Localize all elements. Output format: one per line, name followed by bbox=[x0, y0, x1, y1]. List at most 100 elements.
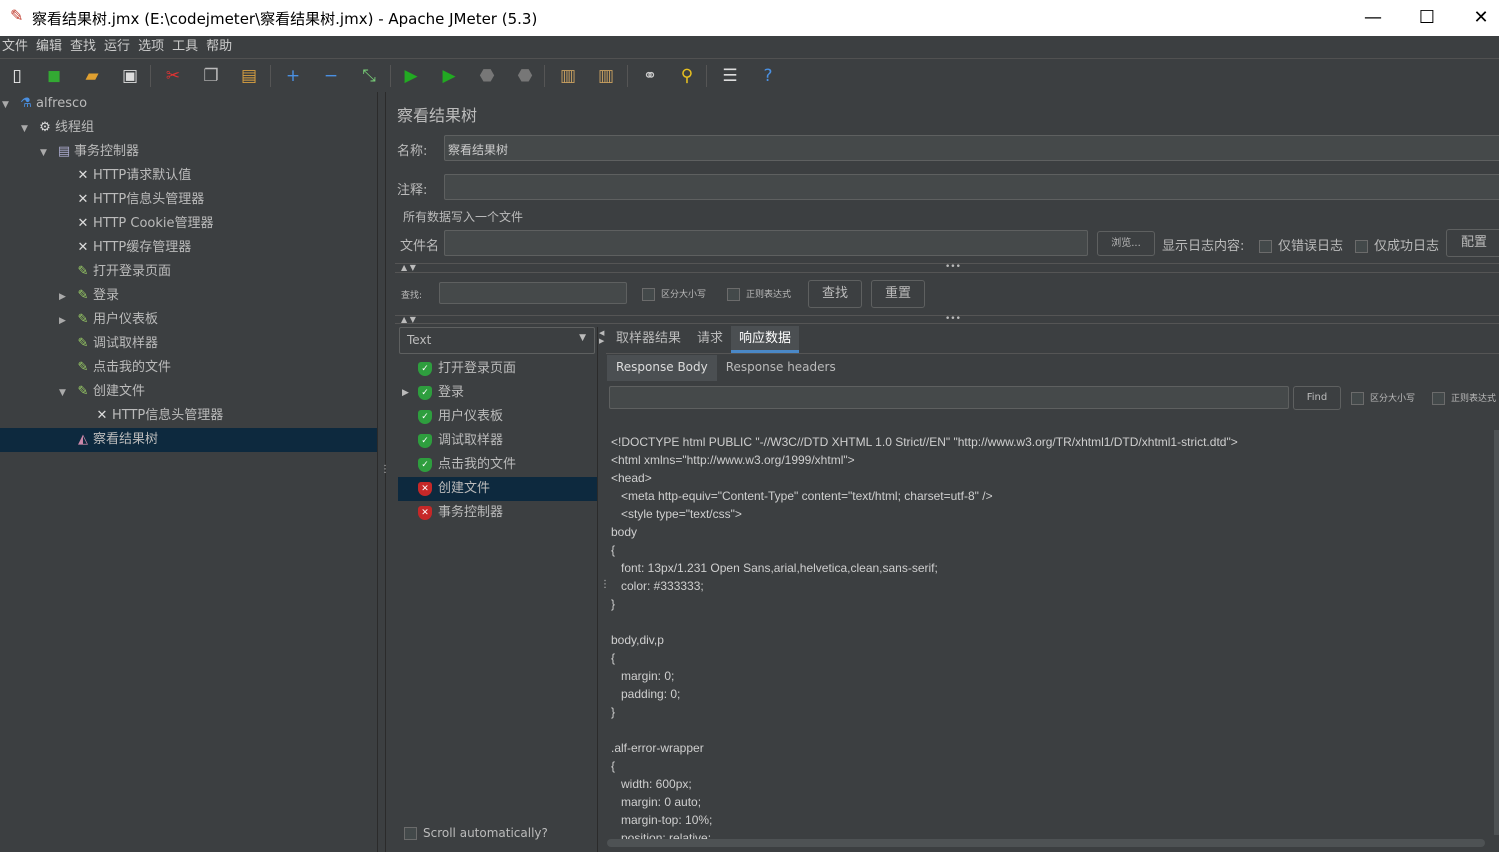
expand-arrow-icon[interactable]: ▼ bbox=[2, 93, 16, 117]
expand-icon[interactable]: + bbox=[282, 65, 304, 87]
errors-only-checkbox[interactable]: 仅错误日志 bbox=[1259, 235, 1343, 254]
toolbar-separator bbox=[544, 65, 545, 87]
test-plan-tree: ▼ ⚗ alfresco ▼ ⚙ 线程组 ▼ ▤ 事务控制器 ✕ HTTP请求默认值 ✕ HTTP信息头… bbox=[0, 92, 377, 852]
tree-node[interactable]: ✕ HTTP缓存管理器 bbox=[0, 236, 377, 260]
open-icon[interactable]: ▰ bbox=[81, 65, 103, 87]
cut-icon[interactable]: ✂ bbox=[162, 65, 184, 87]
tree-node[interactable]: ▶ ✎ 登录 bbox=[0, 284, 377, 308]
shutdown-icon[interactable]: ⬣ bbox=[514, 65, 536, 87]
result-item[interactable]: ▶ ✓ 登录 bbox=[398, 381, 597, 405]
toggle-icon[interactable]: ⤡ bbox=[358, 65, 380, 87]
tree-node[interactable]: ✕ HTTP信息头管理器 bbox=[0, 188, 377, 212]
configure-button[interactable]: 配置 bbox=[1446, 229, 1499, 257]
stop-icon[interactable]: ⬣ bbox=[476, 65, 498, 87]
success-shield-icon: ✓ bbox=[418, 433, 432, 448]
minimize-button[interactable]: — bbox=[1350, 4, 1396, 32]
regex-checkbox[interactable]: 正则表达式 bbox=[727, 287, 791, 301]
body-find-button[interactable]: Find bbox=[1293, 386, 1341, 410]
clear-icon[interactable]: ▥ bbox=[557, 65, 579, 87]
maximize-button[interactable]: ☐ bbox=[1404, 4, 1450, 32]
copy-icon[interactable]: ❐ bbox=[200, 65, 222, 87]
reset-search-icon[interactable]: ⚲ bbox=[676, 65, 698, 87]
tree-node[interactable]: ◭ 察看结果树 bbox=[0, 428, 377, 452]
start-no-pause-icon[interactable]: ▶ bbox=[438, 65, 460, 87]
tree-node[interactable]: ✕ HTTP请求默认值 bbox=[0, 164, 377, 188]
find-button[interactable]: 查找 bbox=[808, 280, 862, 308]
name-input[interactable]: 察看结果树 bbox=[444, 135, 1499, 161]
tree-node-label: 打开登录页面 bbox=[93, 264, 172, 279]
body-find-input[interactable] bbox=[609, 386, 1289, 409]
browse-button[interactable]: 浏览... bbox=[1097, 231, 1155, 256]
collapse-arrows[interactable]: ▲ ▼ bbox=[401, 263, 416, 272]
close-button[interactable]: ✕ bbox=[1458, 4, 1499, 32]
tab-1[interactable]: 请求 bbox=[689, 326, 731, 353]
vertical-scrollbar[interactable] bbox=[1494, 430, 1499, 835]
result-item[interactable]: ✓ 点击我的文件 bbox=[398, 453, 597, 477]
menu-1[interactable]: 编辑 bbox=[36, 36, 62, 58]
tab-2[interactable]: 响应数据 bbox=[731, 326, 800, 353]
tree-node[interactable]: ▼ ⚙ 线程组 bbox=[0, 116, 377, 140]
code-line: width: 600px; bbox=[611, 777, 692, 791]
expand-arrow-icon[interactable]: ▶ bbox=[59, 285, 73, 309]
results-divider[interactable]: ⋮ ◀ ▶ bbox=[597, 327, 610, 852]
search-icon[interactable]: ⚭ bbox=[639, 65, 661, 87]
body-case-checkbox[interactable]: 区分大小写 bbox=[1351, 391, 1415, 405]
success-only-checkbox[interactable]: 仅成功日志 bbox=[1355, 235, 1439, 254]
horizontal-scrollbar[interactable] bbox=[607, 839, 1485, 847]
tree-node[interactable]: ✎ 点击我的文件 bbox=[0, 356, 377, 380]
menu-2[interactable]: 查找 bbox=[70, 36, 96, 58]
code-line: body bbox=[611, 525, 638, 539]
save-icon[interactable]: ▣ bbox=[119, 65, 141, 87]
tree-node[interactable]: ✎ 打开登录页面 bbox=[0, 260, 377, 284]
tree-node[interactable]: ▼ ▤ 事务控制器 bbox=[0, 140, 377, 164]
subtab-1[interactable]: Response headers bbox=[717, 355, 845, 381]
split-pane-divider[interactable]: ⋮ bbox=[377, 92, 390, 852]
body-regex-checkbox[interactable]: 正则表达式 bbox=[1432, 391, 1496, 405]
expand-arrow-icon[interactable]: ▶ bbox=[59, 309, 73, 333]
expand-arrow-icon[interactable]: ▼ bbox=[40, 141, 54, 165]
templates-icon[interactable]: ◼ bbox=[43, 65, 65, 87]
menu-6[interactable]: 帮助 bbox=[206, 36, 232, 58]
reset-button[interactable]: 重置 bbox=[871, 280, 925, 308]
collapse-icon[interactable]: − bbox=[320, 65, 342, 87]
tree-node[interactable]: ✕ HTTP Cookie管理器 bbox=[0, 212, 377, 236]
tab-0[interactable]: 取样器结果 bbox=[608, 326, 689, 353]
paste-icon[interactable]: ▤ bbox=[238, 65, 260, 87]
result-label: 登录 bbox=[438, 385, 465, 400]
menu-0[interactable]: 文件 bbox=[2, 36, 28, 58]
comment-input[interactable] bbox=[444, 174, 1499, 200]
tree-node[interactable]: ▼ ⚗ alfresco bbox=[0, 92, 377, 116]
menu-5[interactable]: 工具 bbox=[172, 36, 198, 58]
clear-all-icon[interactable]: ▥ bbox=[595, 65, 617, 87]
expand-arrow-icon[interactable]: ▼ bbox=[21, 117, 35, 141]
result-item[interactable]: ✓ 打开登录页面 bbox=[398, 357, 597, 381]
result-item[interactable]: ✕ 创建文件 bbox=[398, 477, 597, 501]
subtab-0[interactable]: Response Body bbox=[607, 355, 717, 381]
tree-node[interactable]: ✎ 调试取样器 bbox=[0, 332, 377, 356]
tree-node[interactable]: ▶ ✎ 用户仪表板 bbox=[0, 308, 377, 332]
result-item[interactable]: ✓ 用户仪表板 bbox=[398, 405, 597, 429]
function-helper-icon[interactable]: ☰ bbox=[719, 65, 741, 87]
response-subtabs: Response Body Response headers bbox=[607, 355, 845, 381]
splitter-handle[interactable]: ••• bbox=[945, 262, 961, 272]
menu-3[interactable]: 运行 bbox=[104, 36, 130, 58]
menu-4[interactable]: 选项 bbox=[138, 36, 164, 58]
filename-input[interactable] bbox=[444, 230, 1088, 256]
renderer-select[interactable]: Text ▼ bbox=[399, 327, 595, 354]
scroll-auto-checkbox[interactable]: Scroll automatically? bbox=[404, 826, 548, 840]
result-item[interactable]: ✕ 事务控制器 bbox=[398, 501, 597, 525]
help-icon[interactable]: ? bbox=[757, 65, 779, 87]
case-sensitive-checkbox[interactable]: 区分大小写 bbox=[642, 287, 706, 301]
expand-arrow-icon[interactable]: ▶ bbox=[402, 381, 409, 405]
start-icon[interactable]: ▶ bbox=[400, 65, 422, 87]
toolbar-separator bbox=[627, 65, 628, 87]
result-item[interactable]: ✓ 调试取样器 bbox=[398, 429, 597, 453]
result-label: 打开登录页面 bbox=[438, 361, 517, 376]
result-label: 用户仪表板 bbox=[438, 409, 504, 424]
search-input[interactable] bbox=[439, 282, 627, 304]
filename-label: 文件名 bbox=[400, 239, 440, 254]
tree-node[interactable]: ▼ ✎ 创建文件 bbox=[0, 380, 377, 404]
tree-node[interactable]: ✕ HTTP信息头管理器 bbox=[0, 404, 377, 428]
new-icon[interactable]: ▯ bbox=[6, 65, 28, 87]
expand-arrow-icon[interactable]: ▼ bbox=[59, 381, 73, 405]
